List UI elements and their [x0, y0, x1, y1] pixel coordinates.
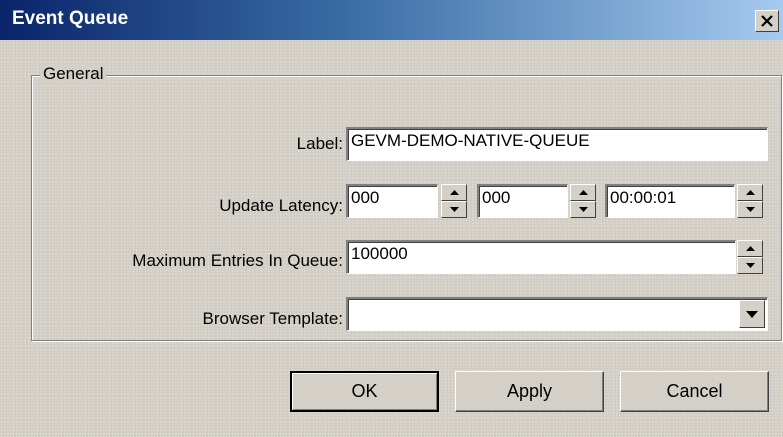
down-arrow-icon[interactable] — [737, 201, 763, 218]
update-latency-label: Update Latency: — [219, 196, 343, 215]
close-button[interactable] — [755, 10, 779, 32]
window-title: Event Queue — [12, 8, 129, 29]
browser-template-dropdown-button[interactable] — [739, 300, 765, 328]
close-icon — [761, 15, 773, 27]
up-arrow-icon[interactable] — [570, 184, 596, 201]
browser-template-select[interactable] — [346, 297, 768, 331]
up-arrow-icon[interactable] — [737, 184, 763, 201]
label-input[interactable]: GEVM-DEMO-NATIVE-QUEUE — [346, 127, 768, 161]
up-arrow-icon[interactable] — [737, 240, 763, 257]
event-queue-dialog: Event Queue General Label: GEVM-DEMO-NAT… — [0, 0, 783, 437]
latency-days-input[interactable]: 000 — [346, 184, 438, 218]
up-arrow-icon[interactable] — [441, 184, 467, 201]
ok-button[interactable]: OK — [290, 371, 439, 412]
down-arrow-icon[interactable] — [570, 201, 596, 218]
latency-hours-input[interactable]: 000 — [477, 184, 568, 218]
title-bar: Event Queue — [0, 0, 783, 40]
max-entries-input[interactable]: 100000 — [346, 240, 736, 274]
cancel-button[interactable]: Cancel — [620, 371, 769, 412]
latency-days-spinner[interactable] — [441, 184, 467, 218]
browser-template-label: Browser Template: — [202, 309, 343, 328]
down-arrow-icon[interactable] — [737, 257, 763, 274]
general-legend: General — [40, 64, 107, 84]
down-arrow-icon[interactable] — [441, 201, 467, 218]
latency-time-spinner[interactable] — [737, 184, 763, 218]
max-entries-spinner[interactable] — [737, 240, 763, 274]
latency-hours-spinner[interactable] — [570, 184, 596, 218]
max-entries-label: Maximum Entries In Queue: — [132, 251, 343, 270]
chevron-down-icon — [746, 310, 758, 318]
latency-time-input[interactable]: 00:00:01 — [605, 184, 735, 218]
apply-button[interactable]: Apply — [455, 371, 604, 412]
label-field-label: Label: — [296, 134, 343, 153]
